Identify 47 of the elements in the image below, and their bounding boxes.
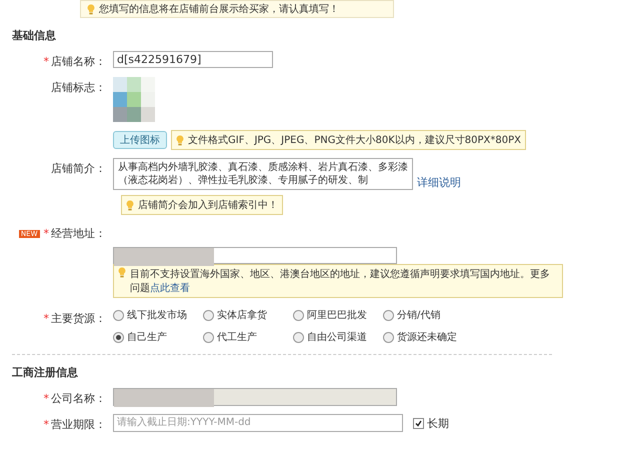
lightbulb-icon — [126, 200, 134, 210]
radio-button[interactable] — [293, 310, 304, 320]
radio-button[interactable] — [113, 332, 124, 342]
field-label: 主要货源： — [51, 311, 106, 326]
upload-button[interactable]: 上传图标 — [113, 131, 167, 149]
radio-label[interactable]: 代工生产 — [217, 330, 257, 344]
radio-label[interactable]: 线下批发市场 — [127, 308, 187, 322]
radio-button[interactable] — [383, 310, 394, 320]
details-link[interactable]: 详细说明 — [417, 175, 461, 190]
section-title: 基础信息 — [12, 28, 57, 43]
checkbox-label[interactable]: 长期 — [427, 416, 449, 430]
radio-label[interactable]: 分销/代销 — [397, 308, 440, 322]
required-mark: * — [44, 55, 49, 68]
radio-label[interactable]: 实体店拿货 — [217, 308, 267, 322]
tip-text: 目前不支持设置海外国家、地区、港澳台地区的地址，建议您遵循声明要求填写国内地址。更多问题点此查看 — [130, 268, 551, 295]
radio-button[interactable] — [203, 332, 214, 342]
logo-image — [113, 77, 157, 125]
radio-label[interactable]: 货源还未确定 — [397, 330, 457, 344]
required-mark: * — [44, 418, 49, 431]
radio-button[interactable] — [203, 310, 214, 320]
field-label: 店铺标志： — [51, 80, 106, 95]
checkbox[interactable] — [413, 418, 424, 428]
field-label: 营业期限： — [51, 417, 106, 432]
section-title: 工商注册信息 — [12, 365, 79, 380]
field-label: 店铺名称： — [51, 54, 106, 69]
field-label: 公司名称： — [51, 391, 106, 406]
radio-button[interactable] — [293, 332, 304, 342]
notice-text: 您填写的信息将在店铺前台展示给买家，请认真填写！ — [99, 2, 339, 16]
lightbulb-icon — [118, 267, 126, 278]
required-mark: * — [44, 227, 49, 240]
address-field[interactable] — [113, 247, 397, 264]
tip-text: 店铺简介会加入到店铺索引中！ — [138, 198, 278, 212]
radio-label[interactable]: 阿里巴巴批发 — [307, 308, 367, 322]
view-link[interactable]: 点此查看 — [150, 283, 190, 294]
lightbulb-icon — [87, 4, 95, 14]
radio-button[interactable] — [383, 332, 394, 342]
required-mark: * — [44, 392, 49, 405]
radio-button[interactable] — [113, 310, 124, 320]
lightbulb-icon — [176, 134, 184, 146]
field-label: 店铺简介： — [51, 161, 106, 176]
field-label: 经营地址： — [51, 226, 106, 241]
radio-label[interactable]: 自由公司渠道 — [307, 330, 367, 344]
radio-label[interactable]: 自己生产 — [127, 330, 167, 344]
store-name-field[interactable]: d[s422591679] — [113, 51, 273, 68]
required-mark: * — [44, 312, 49, 325]
intro-field[interactable]: 从事高档内外墙乳胶漆、真石漆、质感涂料、岩片真石漆、多彩漆（液态花岗岩）、弹性拉毛乳胶漆、专用腻子的研发、制 — [113, 158, 413, 190]
tip-text: 文件格式GIF、JPG、JPEG、PNG文件大小80K以内，建议尺寸80PX*80PX — [188, 134, 521, 147]
